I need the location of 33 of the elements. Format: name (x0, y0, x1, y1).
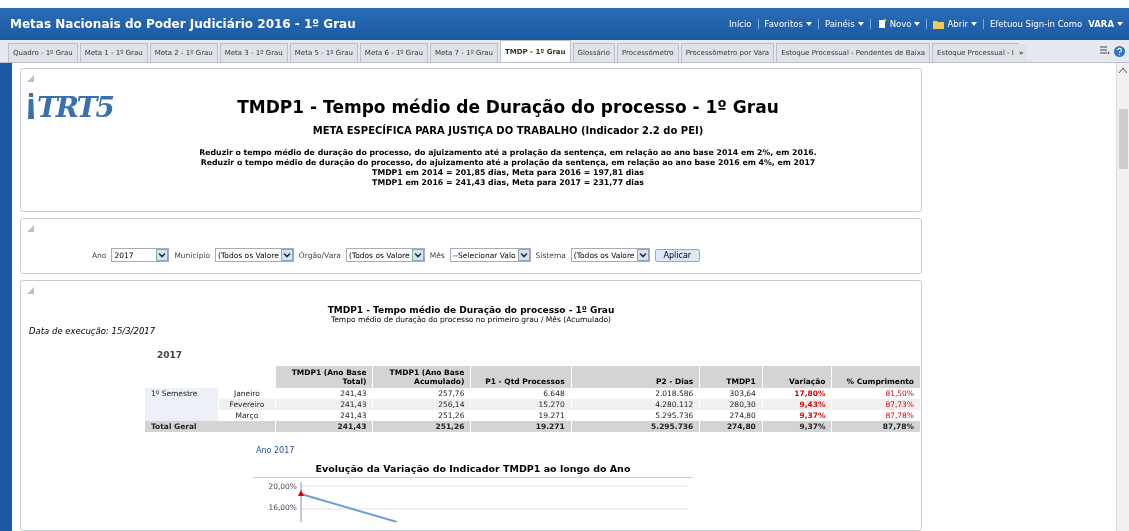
user-menu[interactable]: VARA (1088, 19, 1129, 29)
dropdown-caret-icon[interactable] (411, 249, 424, 261)
folder-icon (933, 19, 945, 29)
chart-title: Evolução da Variação do Indicador TMDP1 ao longo do Ano (253, 463, 693, 478)
page-heading: TMDP1 - Tempo médio de Duração do processo - 1º Grau (237, 97, 779, 117)
nav-link[interactable]: Abrir (926, 19, 983, 29)
report-title: TMDP1 - Tempo médio de Duração do processo - 1º Grau (326, 305, 616, 315)
year-heading: 2017 (157, 350, 184, 360)
caret-icon (805, 22, 812, 26)
logo-text: TRT5 (37, 91, 113, 124)
dropdown-caret-icon[interactable] (156, 249, 169, 261)
caret-icon (914, 22, 921, 26)
caret-icon (1117, 22, 1123, 26)
subheading: META ESPECÍFICA PARA JUSTIÇA DO TRABALHO (Indicador 2.2 do PEI) (312, 125, 704, 136)
run-date: Data de execução: 15/3/2017 (28, 326, 157, 336)
dropdown-caret-icon[interactable] (280, 249, 293, 261)
dropdown-caret-icon[interactable] (636, 249, 649, 261)
help-icon[interactable] (1114, 45, 1125, 57)
lighthouse-icon (25, 91, 37, 121)
scrollbar-thumb[interactable] (1118, 109, 1128, 169)
signed-in-label: Efetuou Sign-in Como (983, 19, 1089, 29)
scroll-up-icon[interactable] (1119, 67, 1127, 73)
dropdown-caret-icon[interactable] (517, 249, 530, 261)
nav-link[interactable]: Início (723, 19, 758, 29)
nav-link[interactable]: Novo (869, 19, 927, 29)
caret-icon (857, 22, 864, 26)
app-title: Metas Nacionais do Poder Judiciário 2016 - 1º Grau (10, 17, 357, 31)
nav-link[interactable]: Painéis (817, 19, 870, 29)
nav-link[interactable]: Favoritos (757, 19, 818, 29)
apply-button[interactable]: Aplicar (654, 248, 701, 262)
caret-icon (971, 22, 977, 26)
document-icon (876, 19, 887, 29)
year-link[interactable]: Ano 2017 (256, 446, 921, 455)
